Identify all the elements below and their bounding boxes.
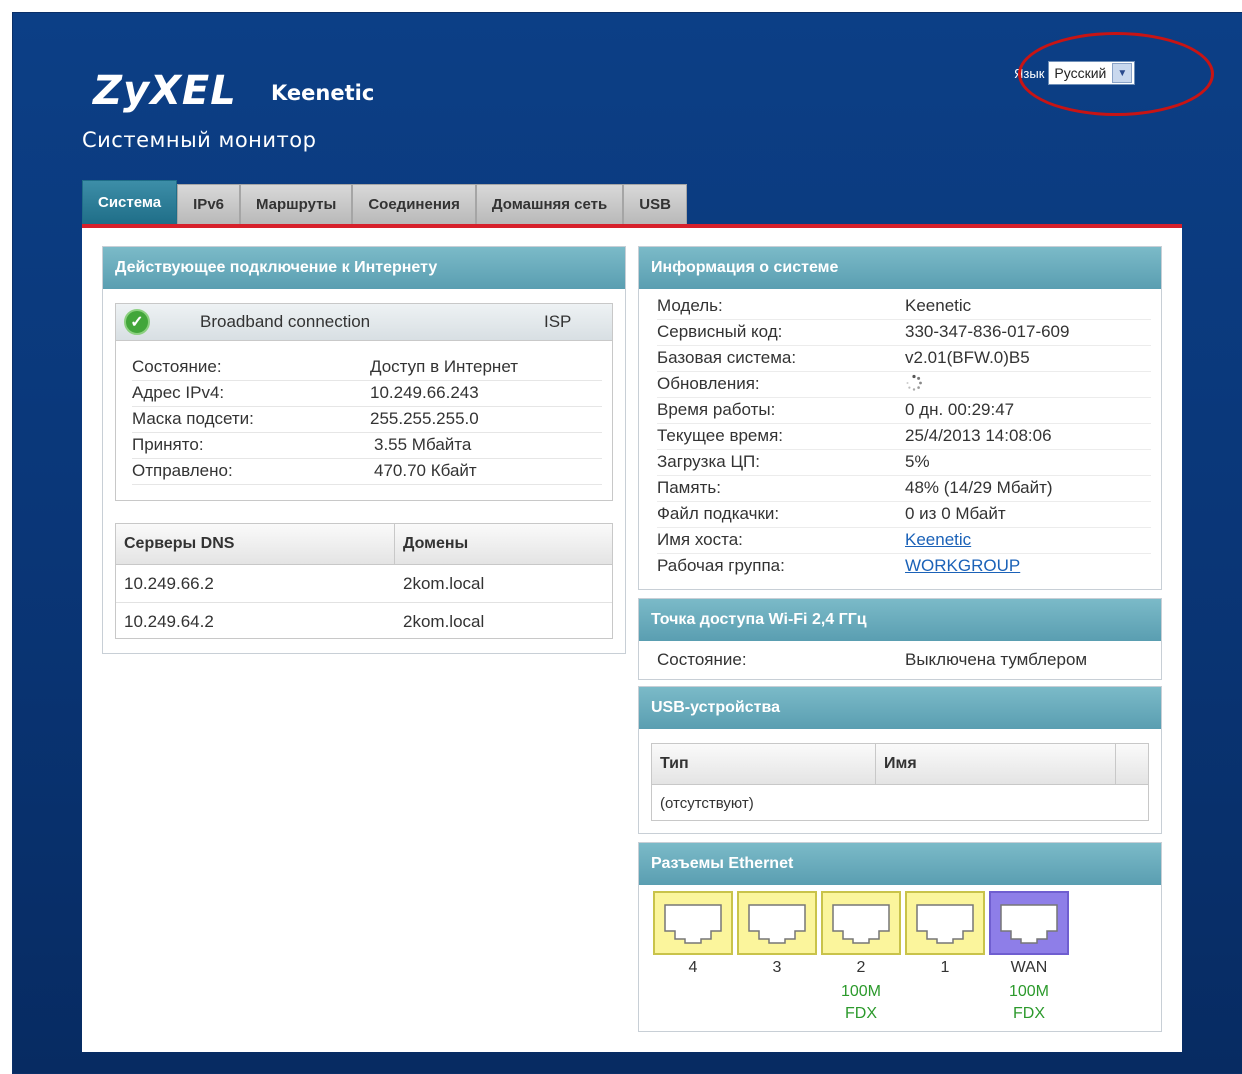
page-title: Системный монитор [82, 128, 317, 152]
info-row-hostname: Имя хоста: Keenetic [657, 527, 1151, 554]
ethernet-panel: Разъемы Ethernet 4 3 2 100M FDX 1 WAN 100M FDX [638, 842, 1162, 1032]
panel-title: Действующее подключение к Интернету [103, 247, 625, 289]
port-label: 2 [856, 959, 866, 976]
received-row: Принято: 3.55 Мбайта [132, 432, 602, 459]
port-speed: 100M [840, 983, 882, 1000]
dns-column-header: Серверы DNS [116, 524, 395, 564]
ipv4-row: Адрес IPv4: 10.249.66.243 [132, 380, 602, 407]
system-info-panel: Информация о системе Модель: Keenetic Се… [638, 246, 1162, 590]
usb-panel: USB-устройства Тип Имя (отсутствуют) [638, 686, 1162, 834]
info-row-updates: Обновления: [657, 371, 1151, 398]
ethernet-port-wan [989, 891, 1069, 955]
panel-title: USB-устройства [639, 687, 1161, 729]
check-circle-icon: ✓ [124, 309, 150, 335]
panel-title: Разъемы Ethernet [639, 843, 1161, 885]
table-row: (отсутствуют) [652, 785, 1148, 822]
info-row-model: Модель: Keenetic [657, 293, 1151, 320]
product-name: Keenetic [271, 81, 375, 105]
port-label: WAN [1010, 959, 1048, 976]
dns-table: Серверы DNS Домены 10.249.66.2 2kom.loca… [115, 523, 613, 639]
tab-connections[interactable]: Соединения [352, 184, 476, 224]
tab-ipv6[interactable]: IPv6 [177, 184, 240, 224]
table-row: 10.249.64.2 2kom.local [124, 611, 485, 631]
info-row-cpu: Загрузка ЦП: 5% [657, 449, 1151, 476]
tab-usb[interactable]: USB [623, 184, 687, 224]
tab-home-network[interactable]: Домашняя сеть [475, 184, 624, 224]
usb-table-header: Тип Имя [652, 744, 1148, 785]
ethernet-port-4 [653, 891, 733, 955]
info-row-firmware: Базовая система: v2.01(BFW.0)B5 [657, 345, 1151, 372]
dns-table-header: Серверы DNS Домены [116, 524, 612, 565]
mask-row: Маска подсети: 255.255.255.0 [132, 406, 602, 433]
tab-system[interactable]: Система [82, 180, 178, 224]
info-row-memory: Память: 48% (14/29 Мбайт) [657, 475, 1151, 502]
usb-empty-text: (отсутствуют) [660, 795, 754, 812]
tab-bar: Система IPv6 Маршруты Соединения Домашня… [82, 180, 687, 224]
hostname-link[interactable]: Keenetic [905, 530, 971, 550]
info-row-service-code: Сервисный код: 330-347-836-017-609 [657, 319, 1151, 346]
zyxel-logo: ZyXEL [93, 68, 237, 114]
content-area: Действующее подключение к Интернету ✓ Br… [82, 224, 1182, 1052]
connection-card: ✓ Broadband connection ISP Состояние: До… [115, 303, 613, 501]
wifi-panel: Точка доступа Wi-Fi 2,4 ГГц Состояние: В… [638, 598, 1162, 680]
wifi-status-row: Состояние: Выключена тумблером [657, 650, 1088, 669]
info-row-swap: Файл подкачки: 0 из 0 Мбайт [657, 501, 1151, 528]
sent-row: Отправлено: 470.70 Кбайт [132, 458, 602, 485]
port-duplex: FDX [845, 1005, 877, 1022]
ethernet-port-1 [905, 891, 985, 955]
internet-connection-panel: Действующее подключение к Интернету ✓ Br… [102, 246, 626, 654]
panel-title: Точка доступа Wi-Fi 2,4 ГГц [639, 599, 1161, 641]
highlight-ellipse [1018, 32, 1214, 116]
port-label: 3 [772, 959, 782, 976]
tab-routes[interactable]: Маршруты [240, 184, 353, 224]
info-row-workgroup: Рабочая группа: WORKGROUP [657, 556, 1021, 576]
info-row-current-time: Текущее время: 25/4/2013 14:08:06 [657, 423, 1151, 450]
connection-name: Broadband connection [200, 312, 371, 331]
domains-column-header: Домены [403, 535, 469, 552]
connection-type: ISP [544, 312, 572, 331]
name-column-header: Имя [876, 744, 1116, 784]
panel-title: Информация о системе [639, 247, 1161, 289]
port-speed: 100M [1008, 983, 1050, 1000]
connection-header: ✓ Broadband connection ISP [116, 304, 612, 341]
port-duplex: FDX [1013, 1005, 1045, 1022]
status-row: Состояние: Доступ в Интернет [132, 354, 602, 381]
ethernet-port-3 [737, 891, 817, 955]
port-label: 4 [688, 959, 698, 976]
workgroup-link[interactable]: WORKGROUP [905, 556, 1020, 576]
table-row: 10.249.66.2 2kom.local [116, 565, 612, 603]
type-column-header: Тип [652, 744, 876, 784]
ethernet-port-2 [821, 891, 901, 955]
port-label: 1 [940, 959, 950, 976]
info-row-uptime: Время работы: 0 дн. 00:29:47 [657, 397, 1151, 424]
loading-spinner-icon [905, 374, 923, 397]
usb-table: Тип Имя (отсутствуют) [651, 743, 1149, 821]
